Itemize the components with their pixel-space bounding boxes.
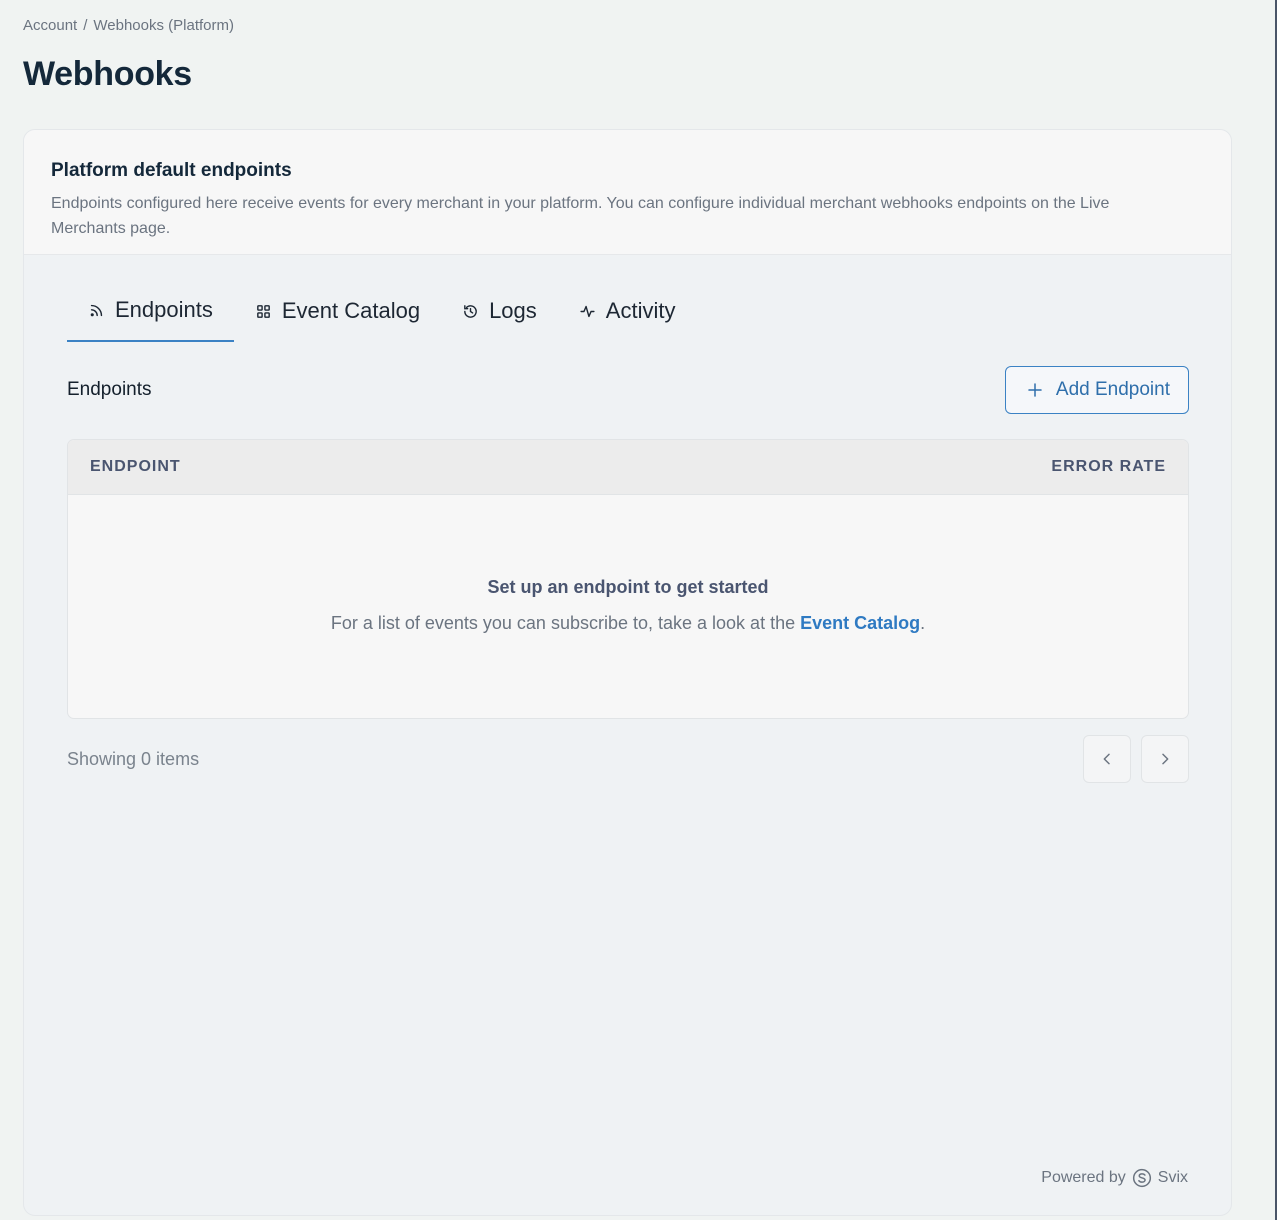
next-page-button[interactable] bbox=[1141, 735, 1189, 783]
svix-logo-icon bbox=[1132, 1168, 1151, 1188]
chevron-left-icon bbox=[1103, 753, 1110, 765]
breadcrumb: Account / Webhooks (Platform) bbox=[23, 17, 234, 34]
chevron-right-icon bbox=[1162, 753, 1169, 765]
tab-label: Logs bbox=[489, 298, 537, 323]
column-endpoint: ENDPOINT bbox=[90, 458, 181, 475]
card-header: Platform default endpoints Endpoints con… bbox=[24, 130, 1231, 255]
tab-label: Endpoints bbox=[115, 297, 213, 322]
rss-icon bbox=[90, 304, 103, 316]
card-description: Endpoints configured here receive events… bbox=[51, 195, 1110, 237]
activity-icon bbox=[580, 305, 595, 317]
breadcrumb-account[interactable]: Account bbox=[23, 17, 77, 34]
showing-count: Showing 0 items bbox=[67, 748, 200, 769]
column-error-rate: ERROR RATE bbox=[1051, 458, 1166, 475]
tab-logs[interactable]: Logs bbox=[441, 280, 558, 342]
tab-activity[interactable]: Activity bbox=[558, 280, 697, 342]
plus-icon bbox=[1028, 383, 1042, 397]
empty-state-text: For a list of events you can subscribe t… bbox=[68, 613, 1188, 634]
add-endpoint-button[interactable]: Add Endpoint bbox=[1004, 366, 1189, 414]
tab-label: Activity bbox=[605, 298, 676, 323]
endpoints-section-header: Endpoints Add Endpoint bbox=[67, 366, 1189, 414]
breadcrumb-webhooks[interactable]: Webhooks (Platform) bbox=[93, 17, 234, 34]
empty-state: Set up an endpoint to get started For a … bbox=[68, 495, 1188, 634]
breadcrumb-separator: / bbox=[83, 17, 88, 34]
card-title: Platform default endpoints bbox=[51, 160, 292, 181]
empty-text-suffix: . bbox=[920, 613, 926, 633]
event-catalog-link[interactable]: Event Catalog bbox=[800, 613, 920, 633]
history-icon bbox=[464, 304, 477, 318]
section-title: Endpoints bbox=[67, 379, 152, 400]
pagination bbox=[1083, 735, 1189, 783]
svix-brand: Svix bbox=[1157, 1169, 1188, 1186]
table-header: ENDPOINT ERROR RATE bbox=[68, 440, 1188, 495]
previous-page-button[interactable] bbox=[1083, 735, 1131, 783]
pagination-row: Showing 0 items bbox=[67, 735, 1189, 783]
empty-text-prefix: For a list of events you can subscribe t… bbox=[330, 613, 801, 633]
tab-bar: Endpoints Event Catalog Logs Activity bbox=[67, 280, 696, 343]
endpoints-table: ENDPOINT ERROR RATE Set up an endpoint t… bbox=[67, 439, 1189, 719]
powered-by-label: Powered by bbox=[1041, 1169, 1126, 1186]
webhooks-card: Platform default endpoints Endpoints con… bbox=[23, 129, 1232, 1216]
grid-icon bbox=[256, 304, 270, 318]
tab-event-catalog[interactable]: Event Catalog bbox=[234, 280, 441, 342]
tab-label: Event Catalog bbox=[281, 298, 421, 323]
empty-state-title: Set up an endpoint to get started bbox=[487, 577, 769, 597]
page-title: Webhooks bbox=[23, 55, 192, 93]
add-endpoint-label: Add Endpoint bbox=[1055, 379, 1170, 400]
tab-endpoints[interactable]: Endpoints bbox=[67, 280, 234, 342]
powered-by[interactable]: Powered by Svix bbox=[1041, 1168, 1188, 1188]
